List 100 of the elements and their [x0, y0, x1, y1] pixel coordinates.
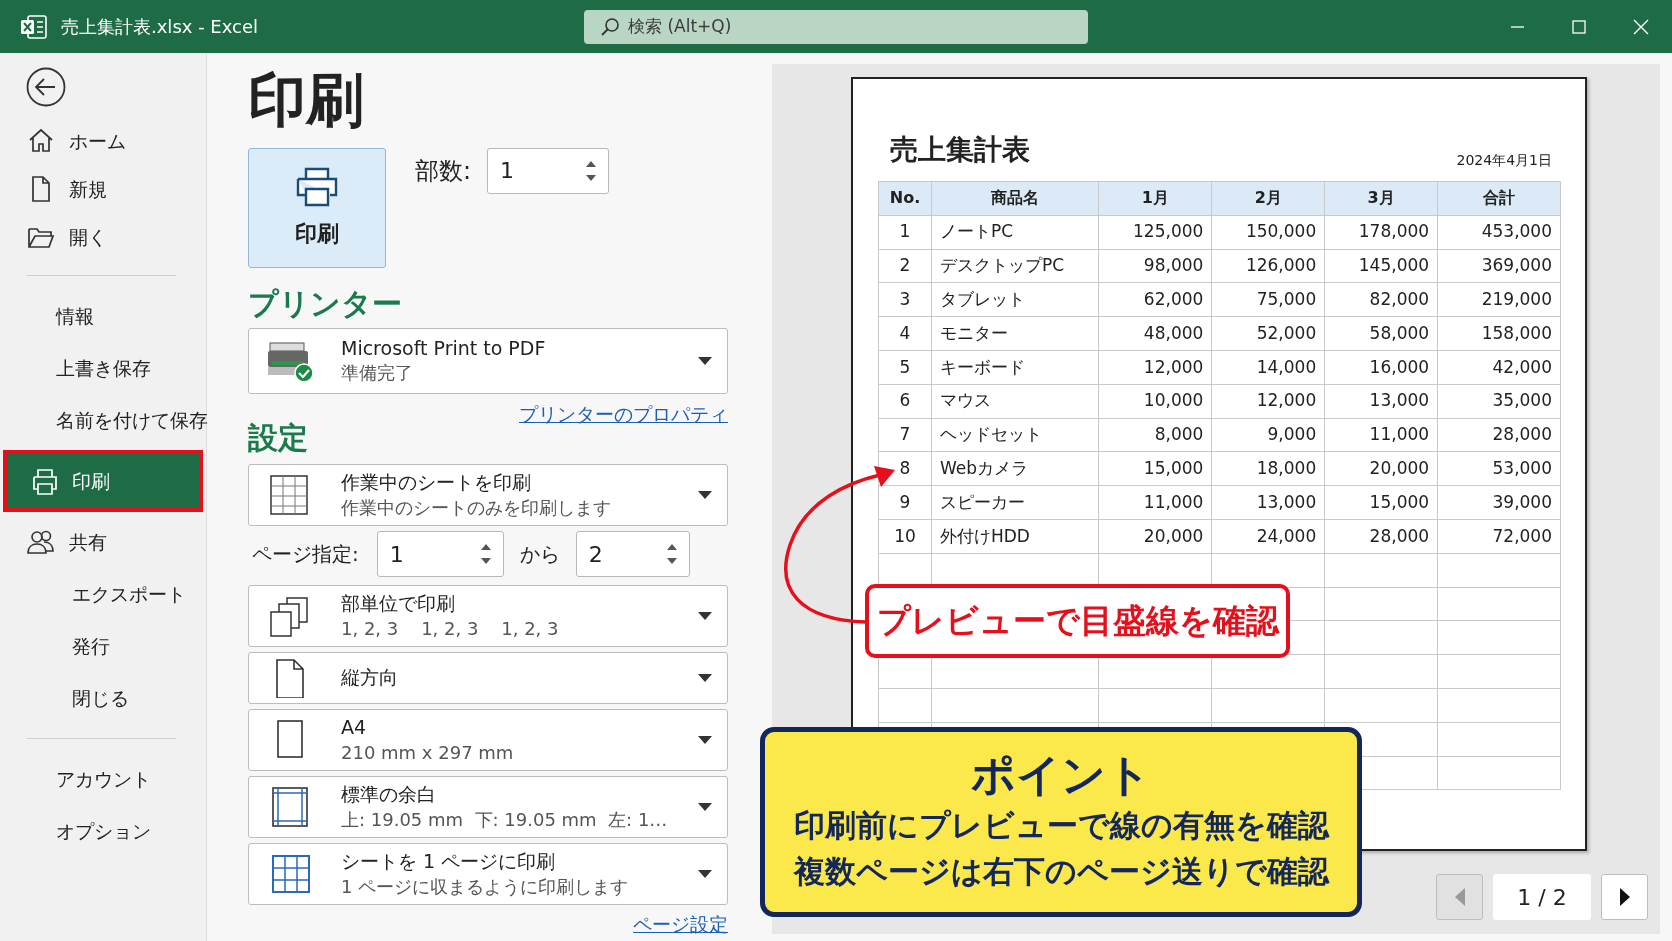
table-cell: Webカメラ — [931, 451, 1099, 486]
table-cell: 82,000 — [1324, 282, 1438, 317]
table-cell: 3 — [878, 282, 932, 317]
caret-icon — [697, 801, 713, 812]
home-icon — [27, 127, 55, 155]
sheet-title: 売上集計表 — [890, 132, 1030, 168]
search-icon — [600, 17, 620, 37]
sidebar-item[interactable]: 発行 — [0, 620, 206, 672]
table-cell: 28,000 — [1437, 418, 1561, 452]
table-cell: 11,000 — [1324, 418, 1438, 452]
sidebar-item[interactable]: 上書き保存 — [0, 342, 206, 394]
field-value: 1 — [500, 157, 516, 186]
table-cell: 10 — [878, 519, 932, 554]
sidebar-item[interactable]: 名前を付けて保存 — [0, 394, 206, 446]
sidebar-item[interactable]: ホーム — [0, 117, 206, 165]
printer-dropdown[interactable]: Microsoft Print to PDF 準備完了 — [248, 327, 728, 394]
right-triangle-icon — [1617, 887, 1632, 907]
range-separator: から — [519, 541, 560, 569]
table-cell: キーボード — [931, 350, 1099, 385]
table-cell: 145,000 — [1324, 249, 1438, 283]
properties-link[interactable]: プリンターのプロパティ — [519, 402, 728, 425]
table-cell: 9,000 — [1211, 418, 1325, 452]
sidebar-item[interactable]: オプション — [0, 805, 206, 857]
table-cell: 12,000 — [1098, 350, 1212, 385]
table-cell: 150,000 — [1211, 215, 1325, 250]
printer-icon — [30, 467, 58, 495]
sidebar-item[interactable]: 情報 — [0, 290, 206, 342]
settings-dropdown[interactable]: 作業中のシートを印刷 作業中のシートのみを印刷します — [248, 464, 728, 527]
table-cell: 7 — [878, 418, 932, 452]
header-cell: 合計 — [1437, 181, 1561, 216]
sidebar-item[interactable]: 閉じる — [0, 672, 206, 724]
table-cell: タブレット — [931, 282, 1099, 317]
table-cell: 39,000 — [1437, 485, 1561, 520]
table-cell: 13,000 — [1324, 384, 1438, 419]
table-cell: 42,000 — [1437, 350, 1561, 385]
table-cell: 52,000 — [1211, 316, 1325, 351]
table-cell: 15,000 — [1098, 451, 1212, 486]
print-button[interactable]: 印刷 — [248, 147, 386, 268]
table-cell: 9 — [878, 485, 932, 520]
sidebar-item[interactable]: 印刷 — [3, 450, 203, 512]
note-text: 複数ページは右下のページ送りで確認 — [793, 852, 1329, 892]
excel-logo-icon — [20, 13, 47, 40]
table-cell: 11,000 — [1098, 485, 1212, 520]
page-from-field[interactable]: 1 — [376, 531, 504, 578]
table-cell: 75,000 — [1211, 282, 1325, 317]
page-heading: 印刷 — [248, 67, 365, 134]
settings-dropdown[interactable]: 標準の余白 上: 19.05 mm 下: 19.05 mm 左: 1… — [248, 776, 728, 838]
page-range-label: ページ指定: — [252, 541, 359, 569]
table-cell: 48,000 — [1098, 316, 1212, 351]
sidebar-item[interactable]: 共有 — [0, 516, 206, 568]
next-page-button[interactable] — [1601, 874, 1648, 920]
table-cell: デスクトップPC — [931, 249, 1099, 283]
table-cell: 20,000 — [1098, 519, 1212, 554]
table-cell: 8,000 — [1098, 418, 1212, 452]
table-cell: 4 — [878, 316, 932, 351]
sidebar-item[interactable]: 開く — [0, 213, 206, 261]
table-cell: 18,000 — [1211, 451, 1325, 486]
table-cell: 1 — [878, 215, 932, 250]
field-value: 1 — [389, 540, 405, 569]
callout: プレビューで目盛線を確認 — [865, 584, 1290, 658]
settings-dropdown[interactable]: 縦方向 — [248, 652, 728, 705]
maximize-icon[interactable] — [1570, 17, 1588, 36]
table-cell: 453,000 — [1437, 215, 1561, 250]
caret-icon — [697, 673, 713, 684]
header-cell: No. — [878, 181, 932, 216]
table-cell: 14,000 — [1211, 350, 1325, 385]
sidebar-item[interactable]: アカウント — [0, 753, 206, 805]
copies-field[interactable]: 1 — [487, 147, 610, 194]
table-cell: 20,000 — [1324, 451, 1438, 486]
header-cell: 1月 — [1098, 181, 1212, 216]
table-cell: 10,000 — [1098, 384, 1212, 419]
table-cell: 13,000 — [1211, 485, 1325, 520]
settings-dropdown[interactable]: A4 210 mm x 297 mm — [248, 709, 728, 771]
table-cell: 28,000 — [1324, 519, 1438, 554]
back-button[interactable] — [26, 67, 66, 107]
settings-dropdown[interactable]: シートを 1 ページに印刷 1 ページに収まるように印刷します — [248, 842, 728, 905]
table-cell: 24,000 — [1211, 519, 1325, 554]
caret-icon — [697, 490, 713, 501]
table-cell: 98,000 — [1098, 249, 1212, 283]
search-field[interactable]: 検索 (Alt+Q) — [584, 10, 1088, 44]
section-heading: プリンター — [248, 285, 403, 322]
settings-dropdown[interactable]: 部単位で印刷 1, 2, 3 1, 2, 3 1, 2, 3 — [248, 585, 728, 648]
table-cell: 125,000 — [1098, 215, 1212, 250]
page-setup-link[interactable]: ページ設定 — [633, 912, 728, 935]
close-icon[interactable] — [1632, 17, 1650, 36]
sidebar-item[interactable]: エクスポート — [0, 568, 206, 620]
sidebar-item[interactable]: 新規 — [0, 165, 206, 213]
table-cell: マウス — [931, 384, 1099, 419]
table-cell: 178,000 — [1324, 215, 1438, 250]
page-to-field[interactable]: 2 — [575, 531, 690, 578]
people-icon — [27, 528, 55, 556]
field-value: 2 — [588, 540, 604, 569]
header-cell: 2月 — [1211, 181, 1325, 216]
copies-label: 部数: — [415, 155, 472, 187]
table-cell: 6 — [878, 384, 932, 419]
section-heading: 設定 — [248, 420, 309, 457]
table-cell: 15,000 — [1324, 485, 1438, 520]
table-cell: 62,000 — [1098, 282, 1212, 317]
caret-icon — [697, 735, 713, 746]
table-cell: 58,000 — [1324, 316, 1438, 351]
